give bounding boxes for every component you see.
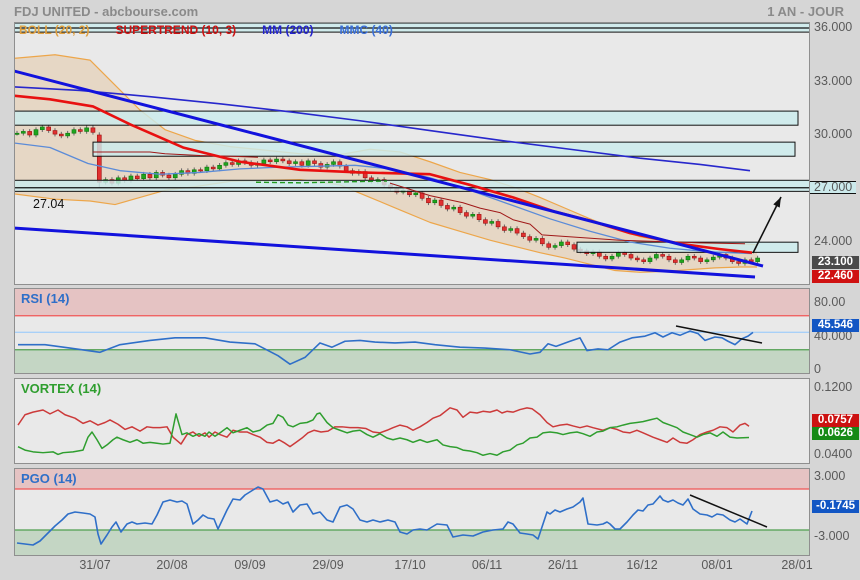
y-axis-label: 36.000 (814, 20, 853, 34)
x-axis-date-label: 09/09 (234, 558, 266, 572)
rsi-chart-canvas (15, 289, 809, 373)
value-badge: 45.546 (812, 319, 859, 332)
value-badge: 0.0757 (812, 414, 859, 427)
y-axis-label: 30.000 (814, 127, 853, 141)
pgo-title: PGO (14) (21, 471, 77, 486)
x-axis-date-label: 29/09 (312, 558, 344, 572)
y-axis-label: 0.1200 (814, 380, 853, 394)
x-axis-date-label: 20/08 (156, 558, 188, 572)
price-chart-canvas (15, 23, 809, 279)
vortex-chart-canvas (17, 407, 750, 457)
y-axis-label: 27.000 (814, 180, 853, 194)
y-axis-label: 80.00 (814, 295, 846, 309)
x-axis-date-label: 08/01 (701, 558, 733, 572)
x-axis-date-label: 16/12 (626, 558, 658, 572)
y-axis-label: -3.000 (814, 529, 850, 543)
x-axis-date-label: 06/11 (471, 558, 503, 572)
value-badge: 0.0626 (812, 427, 859, 440)
y-axis-label: 0.0400 (814, 447, 853, 461)
rsi-panel: RSI (14) (14, 288, 810, 374)
main-price-panel: BOLL (20, 2) SUPERTREND (10, 3) MM (200) MM… (14, 22, 810, 285)
x-axis-date-label: 17/10 (394, 558, 426, 572)
x-axis-date-label: 28/01 (781, 558, 813, 572)
rsi-title: RSI (14) (21, 291, 70, 306)
legend-supertrend[interactable]: SUPERTREND (10, 3) (115, 23, 236, 37)
indicator-legend: BOLL (20, 2) SUPERTREND (10, 3) MM (200) MM… (19, 23, 419, 37)
timeframe-label: 1 AN - JOUR (767, 4, 844, 19)
y-axis-label: 3.000 (814, 469, 846, 483)
pgo-panel: PGO (14) (14, 468, 810, 556)
vortex-title: VORTEX (14) (21, 381, 102, 396)
x-axis-date-label: 26/11 (547, 558, 579, 572)
legend-mmc40[interactable]: MMC (40) (340, 23, 393, 37)
x-axis-date-label: 31/07 (79, 558, 111, 572)
y-axis-label: 0 (814, 362, 821, 376)
vortex-panel: VORTEX (14) (14, 378, 810, 464)
pgo-chart-canvas (15, 469, 809, 555)
stock-chart-page: FDJ UNITED - abcbourse.com 1 AN - JOUR B… (0, 0, 860, 580)
value-badge: -0.1745 (812, 500, 859, 513)
value-badge: 23.100 (812, 256, 859, 269)
legend-mm200[interactable]: MM (200) (262, 23, 313, 37)
price-level-label: 27.04 (33, 197, 65, 211)
y-axis-label: 24.000 (814, 234, 853, 248)
y-axis-label: 33.000 (814, 74, 853, 88)
value-badge: 22.460 (812, 270, 859, 283)
page-title: FDJ UNITED - abcbourse.com (14, 4, 199, 19)
legend-boll[interactable]: BOLL (20, 2) (19, 23, 89, 37)
